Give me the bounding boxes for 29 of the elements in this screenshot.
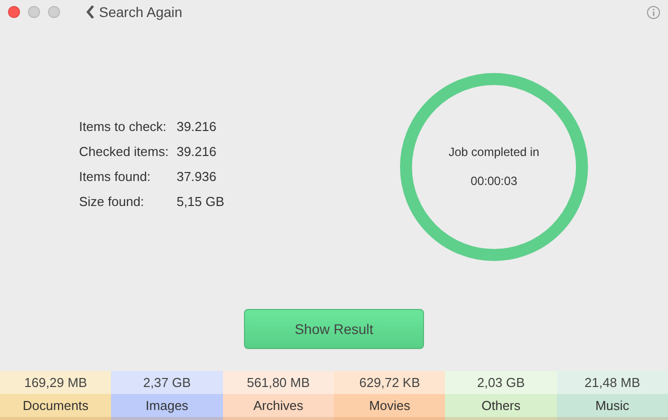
stat-value: 37.936	[176, 168, 218, 184]
category-label: Documents	[0, 394, 112, 420]
category-label: Others	[445, 394, 557, 420]
category-label: Movies	[334, 394, 446, 420]
category-label: Images	[111, 394, 223, 420]
elapsed-time: 00:00:03	[470, 172, 518, 190]
category-label: Music	[556, 394, 668, 420]
stat-value: 39.216	[176, 118, 218, 134]
category-size: 169,29 MB	[0, 371, 112, 394]
category-size: 629,72 KB	[334, 371, 446, 394]
stat-label: Items found:	[79, 168, 152, 184]
stat-value: 5,15 GB	[176, 192, 224, 210]
category-size: 561,80 MB	[222, 371, 334, 394]
chevron-left-icon	[86, 5, 95, 19]
stat-label: Items to check:	[79, 118, 168, 134]
info-icon[interactable]	[647, 6, 660, 18]
status-text: Job completed in	[448, 144, 540, 160]
stat-label: Checked items:	[79, 142, 169, 160]
category-size: 2,37 GB	[111, 371, 223, 394]
minimize-button[interactable]	[28, 6, 40, 18]
stat-label: Size found:	[79, 192, 146, 210]
back-button[interactable]: Search Again	[86, 4, 182, 20]
close-button[interactable]	[8, 6, 20, 18]
zoom-button[interactable]	[48, 6, 60, 18]
category-size: 2,03 GB	[445, 371, 557, 394]
show-result-button[interactable]: Show Result	[244, 309, 424, 349]
category-size: 21,48 MB	[556, 371, 668, 394]
category-label: Archives	[222, 394, 334, 420]
stat-value: 39.216	[176, 142, 218, 160]
